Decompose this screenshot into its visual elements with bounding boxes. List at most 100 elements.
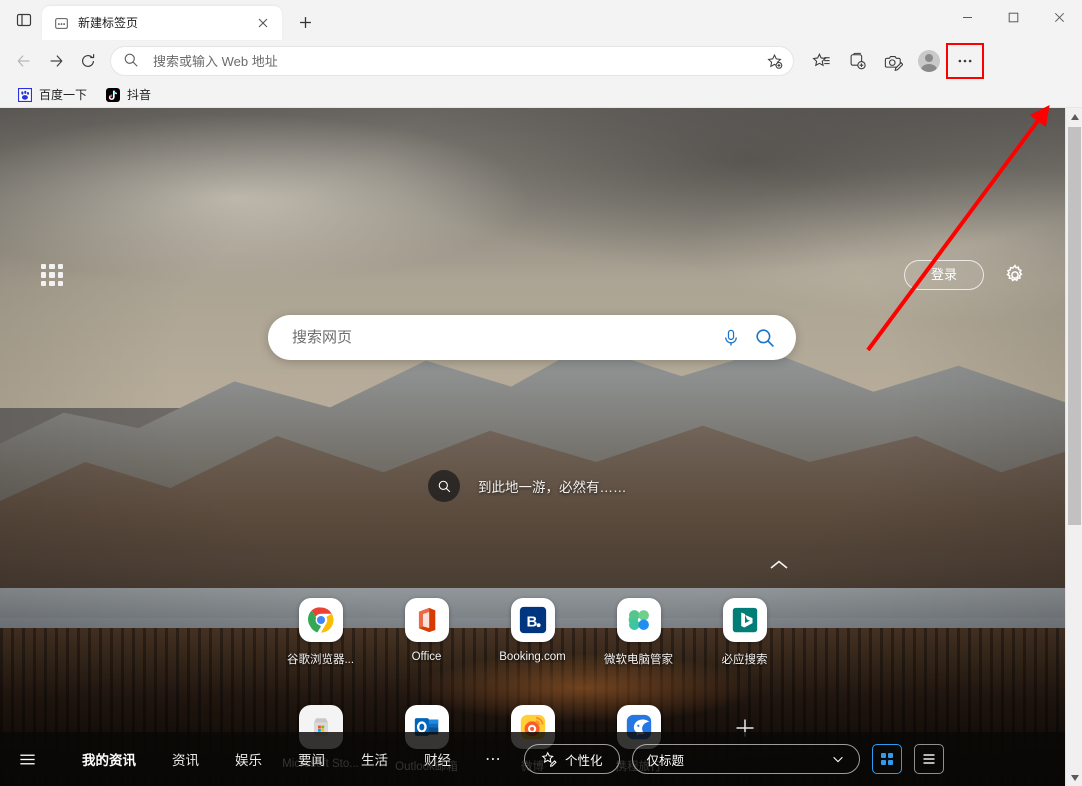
feed-category-links: 我的资讯 资讯 娱乐 要闻 生活 财经 [64, 743, 469, 775]
feed-link-news[interactable]: 资讯 [154, 743, 217, 775]
douyin-note-icon [105, 87, 121, 103]
close-window-button[interactable] [1036, 0, 1082, 34]
browser-window: 新建标签页 搜索或输入 Web 地址 百度一下 抖音 登录 搜索网页 到此地一游… [0, 0, 1082, 786]
page-search-submit[interactable] [748, 321, 782, 355]
waffle-dot [41, 272, 47, 278]
bookmark-baidu[interactable]: 百度一下 [10, 83, 94, 106]
bookmark-label: 抖音 [127, 88, 152, 102]
ellipsis-icon [958, 59, 972, 63]
grid-view-button[interactable] [871, 744, 902, 774]
bookmarks-bar: 百度一下 抖音 [0, 82, 1082, 108]
refresh-button[interactable] [72, 45, 104, 77]
booking-icon: B [510, 598, 555, 642]
baidu-paw-icon [17, 87, 33, 103]
scroll-down-button[interactable] [1066, 769, 1082, 786]
new-tab-page-icon [53, 15, 69, 31]
arrow-right-icon [50, 55, 63, 67]
waffle-dot [49, 272, 55, 278]
caret-up-icon [1070, 113, 1079, 120]
tab-title: 新建标签页 [78, 16, 139, 30]
shortcut-pc-manager[interactable]: 微软电脑管家 [586, 594, 692, 667]
shortcut-chrome[interactable]: 谷歌浏览器... [268, 594, 374, 667]
list-view-button[interactable] [913, 744, 944, 774]
feed-link-entertainment[interactable]: 娱乐 [217, 743, 280, 775]
toolbar-icon-group [804, 43, 984, 79]
bing-icon [722, 598, 767, 642]
feed-menu-button[interactable] [12, 744, 42, 774]
hint-search-badge[interactable] [428, 470, 460, 502]
sign-in-button[interactable]: 登录 [903, 260, 984, 290]
caret-down-icon [1070, 774, 1079, 781]
personalize-label: 个性化 [565, 753, 603, 768]
waffle-dot [49, 280, 55, 286]
shortcut-booking[interactable]: B Booking.com [480, 594, 586, 667]
content-feed-toolbar: 我的资讯 资讯 娱乐 要闻 生活 财经 ⋯ 个性化 仅标题 [0, 732, 1065, 786]
add-favorite-icon [766, 53, 782, 69]
back-button[interactable] [8, 45, 40, 77]
feed-link-finance[interactable]: 财经 [406, 743, 469, 775]
gear-icon [1006, 264, 1023, 282]
close-icon [1054, 12, 1064, 22]
shortcut-bing[interactable]: 必应搜索 [692, 594, 798, 667]
avatar-icon [918, 50, 940, 72]
shortcut-row: 谷歌浏览器... Office B Booking.com 微软电脑管家 必应搜… [0, 594, 1065, 667]
minimize-icon [962, 16, 972, 18]
favorites-star-list-icon [811, 52, 830, 66]
app-launcher-button[interactable] [41, 264, 63, 286]
add-favorite-button[interactable] [761, 48, 787, 74]
new-tab-button[interactable] [290, 7, 320, 37]
page-scrollbar[interactable] [1065, 108, 1082, 786]
grid-view-icon [880, 753, 893, 765]
chevron-down-icon [832, 756, 843, 763]
waffle-dot [57, 264, 63, 270]
collections-icon [850, 52, 866, 69]
bookmark-douyin[interactable]: 抖音 [98, 83, 158, 106]
scroll-up-button[interactable] [1066, 108, 1082, 125]
screenshot-button[interactable] [876, 45, 910, 77]
collapse-shortcuts-button[interactable] [768, 558, 790, 578]
address-input[interactable] [153, 53, 761, 69]
arrow-left-icon [17, 55, 30, 67]
feed-more-button[interactable]: ⋯ [469, 749, 518, 769]
tab-strip: 新建标签页 [0, 0, 320, 40]
window-list-icon [16, 13, 32, 27]
shortcut-label: Office [411, 651, 442, 663]
feed-link-my-news[interactable]: 我的资讯 [64, 743, 154, 775]
page-settings-button[interactable] [1003, 263, 1027, 287]
personalize-button[interactable]: 个性化 [524, 744, 620, 774]
new-tab-page: 登录 搜索网页 到此地一游，必然有…… 谷歌浏览器... Office B Bo… [0, 108, 1082, 786]
scrollbar-thumb[interactable] [1068, 127, 1081, 525]
profile-button[interactable] [912, 45, 946, 77]
forward-button[interactable] [40, 45, 72, 77]
background-hint[interactable]: 到此地一游，必然有…… [428, 470, 627, 502]
refresh-icon [82, 54, 95, 67]
shortcut-office[interactable]: Office [374, 594, 480, 667]
search-icon [756, 328, 774, 347]
bookmark-label: 百度一下 [39, 88, 88, 102]
tab-actions-button[interactable] [6, 3, 42, 37]
feed-link-headlines[interactable]: 要闻 [280, 743, 343, 775]
tab-new-tab-page[interactable]: 新建标签页 [42, 6, 282, 40]
favorites-button[interactable] [804, 45, 838, 77]
hamburger-icon [19, 754, 35, 764]
feed-link-life[interactable]: 生活 [343, 743, 406, 775]
office-icon [404, 598, 449, 642]
search-circle-icon [438, 480, 450, 492]
tab-close-button[interactable] [252, 12, 274, 34]
settings-and-more-button[interactable] [946, 43, 984, 79]
hint-text: 到此地一游，必然有…… [478, 480, 627, 495]
page-search-input[interactable] [292, 329, 714, 346]
waffle-dot [57, 272, 63, 278]
voice-search-button[interactable] [714, 321, 748, 355]
waffle-dot [49, 264, 55, 270]
feed-layout-value: 仅标题 [646, 753, 685, 768]
feed-layout-select[interactable]: 仅标题 [631, 744, 860, 774]
maximize-icon [1008, 12, 1018, 22]
list-view-icon [923, 754, 935, 764]
address-bar[interactable] [110, 46, 794, 76]
minimize-button[interactable] [944, 0, 990, 34]
collections-button[interactable] [840, 45, 874, 77]
search-icon [123, 52, 141, 70]
maximize-button[interactable] [990, 0, 1036, 34]
page-search-box[interactable] [268, 315, 796, 360]
